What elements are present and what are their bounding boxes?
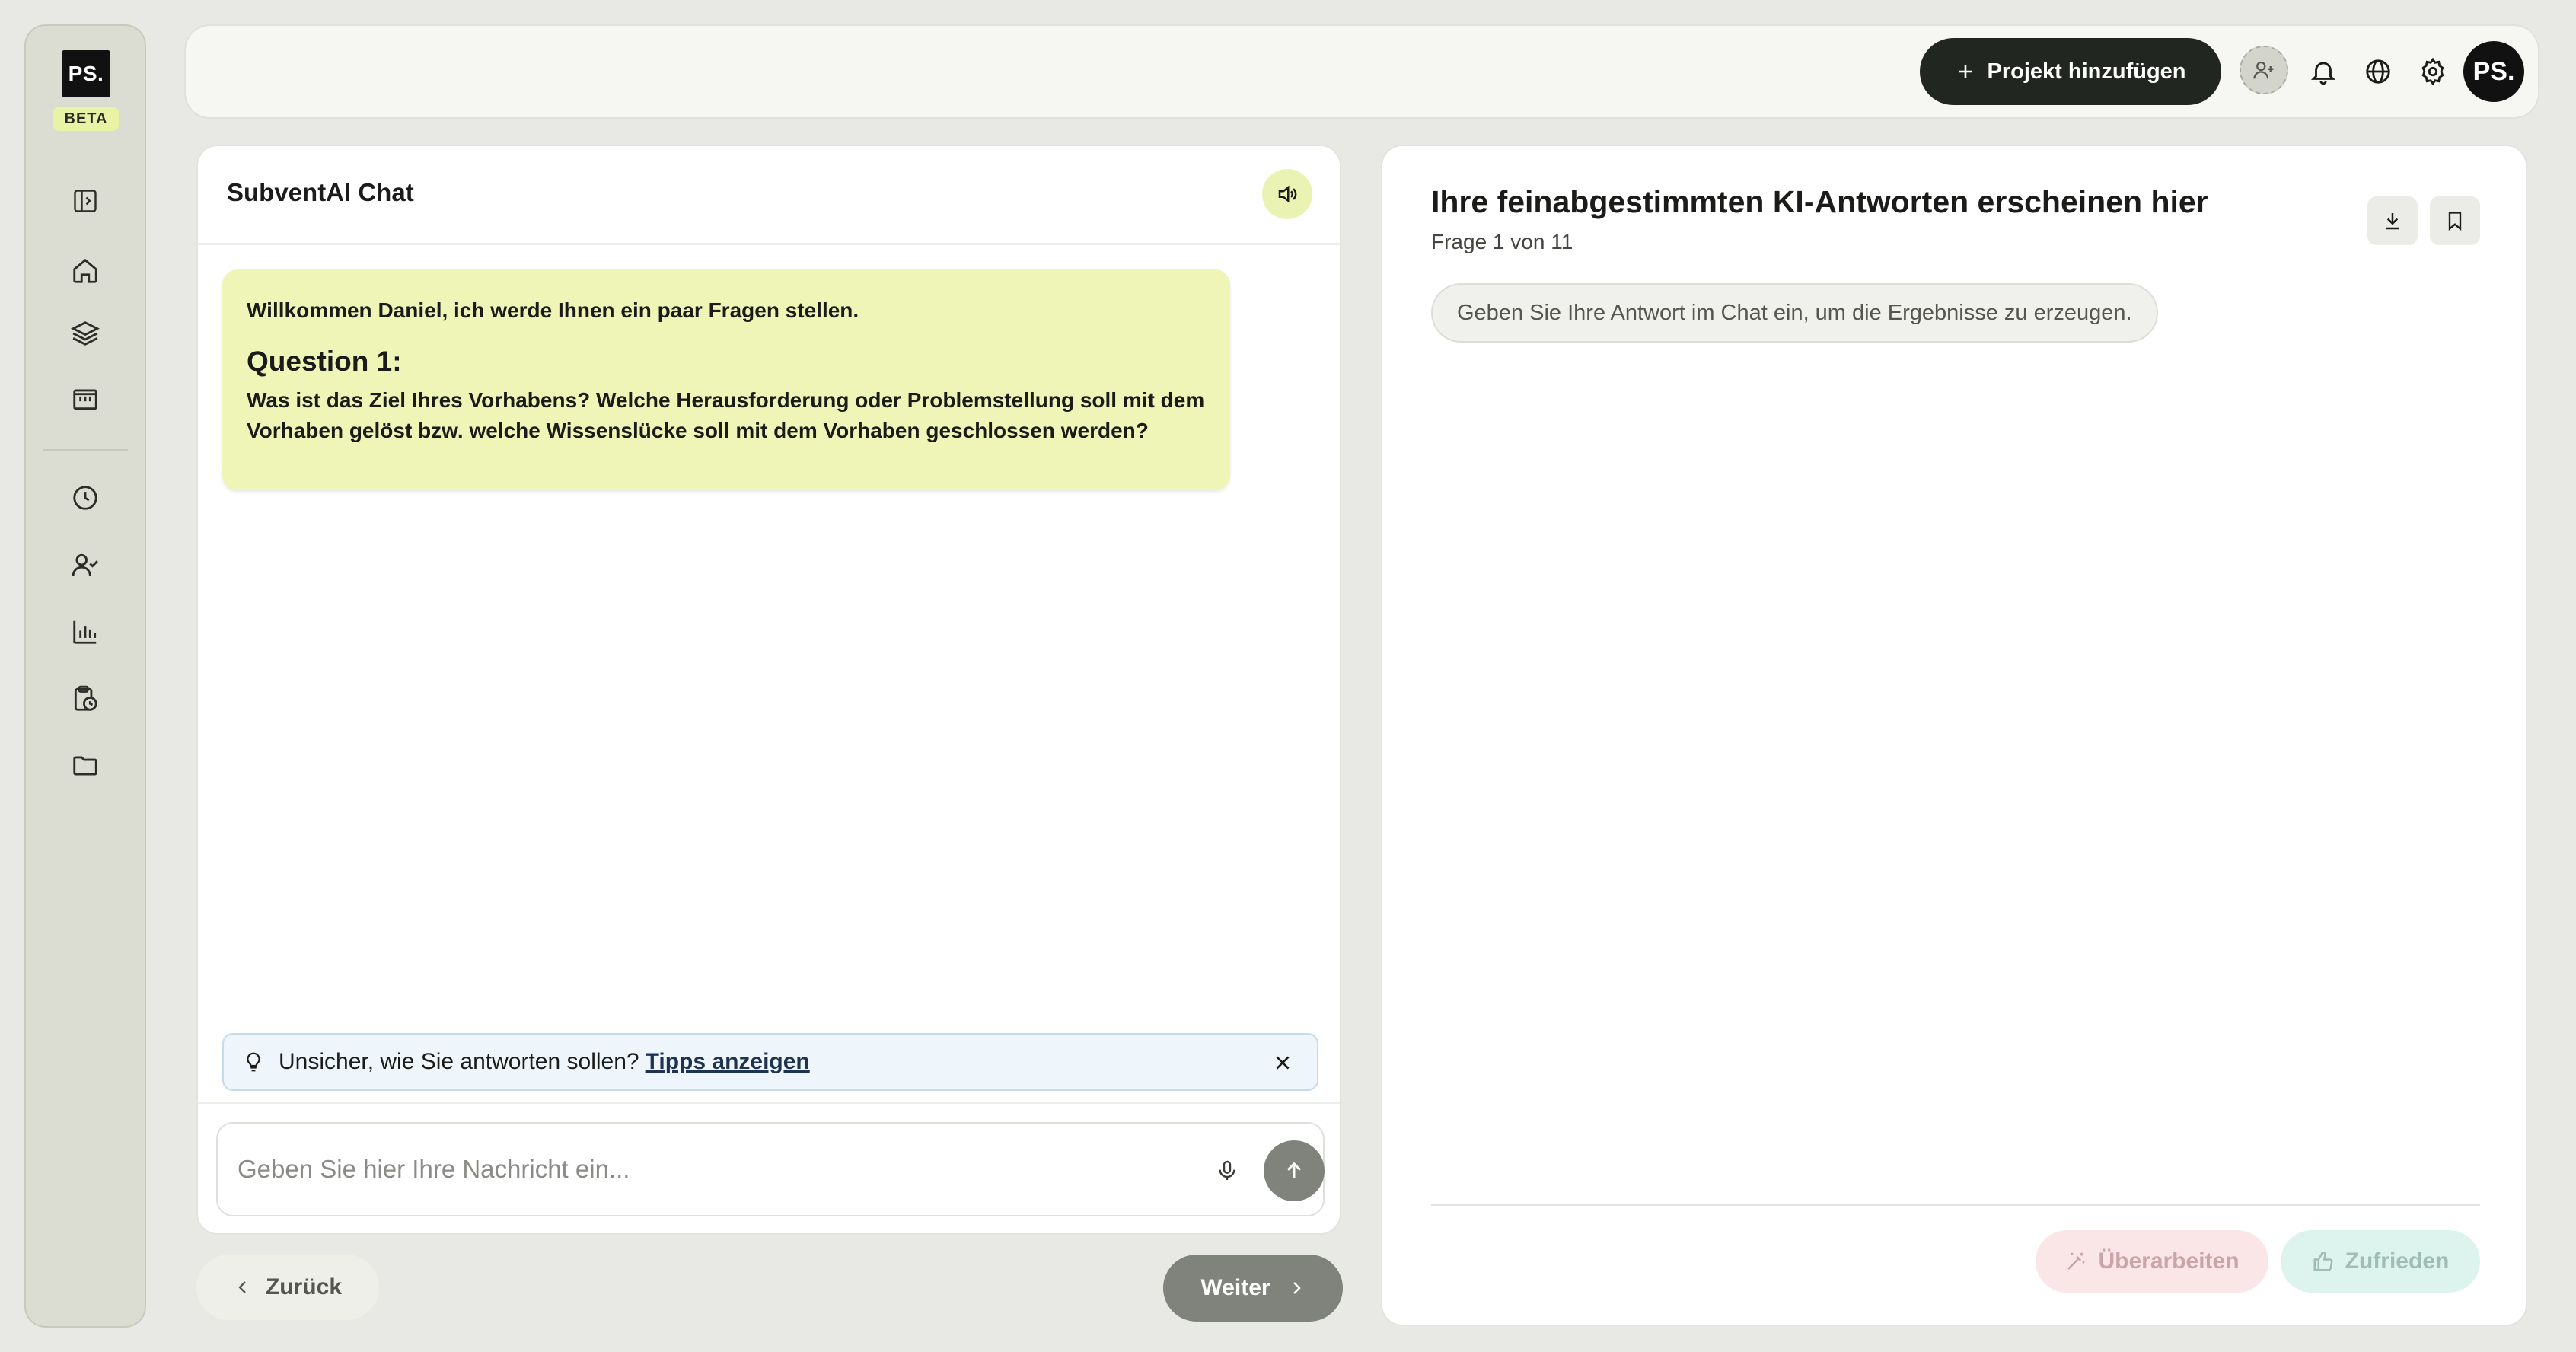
chat-title: SubventAI Chat <box>227 178 414 206</box>
clock-icon[interactable] <box>67 480 104 516</box>
download-icon <box>2381 209 2404 232</box>
building-icon[interactable] <box>67 381 104 417</box>
speaker-icon <box>1276 183 1299 206</box>
assistant-message: Willkommen Daniel, ich werde Ihnen ein p… <box>222 269 1230 490</box>
chevron-right-icon <box>1287 1279 1306 1297</box>
plus-icon <box>1956 62 1975 81</box>
user-check-icon[interactable] <box>67 547 104 583</box>
answers-panel: Ihre feinabgestimmten KI-Antworten ersch… <box>1381 145 2527 1326</box>
answers-divider <box>1431 1204 2480 1206</box>
bookmark-icon <box>2444 210 2466 231</box>
app-logo[interactable]: PS. <box>62 50 110 97</box>
input-divider <box>198 1102 1340 1104</box>
message-composer <box>216 1122 1325 1216</box>
tips-link[interactable]: Tipps anzeigen <box>646 1049 810 1075</box>
add-project-button[interactable]: Projekt hinzufügen <box>1920 38 2221 105</box>
tips-banner: Unsicher, wie Sie antworten sollen? Tipp… <box>222 1033 1318 1091</box>
download-button[interactable] <box>2367 196 2418 245</box>
add-project-label: Projekt hinzufügen <box>1987 59 2186 84</box>
thumbs-up-icon <box>2312 1250 2335 1273</box>
next-button[interactable]: Weiter <box>1163 1255 1343 1322</box>
question-text: Was ist das Ziel Ihres Vorhabens? Welche… <box>247 388 1205 442</box>
chat-header: SubventAI Chat <box>198 146 1340 245</box>
avatar[interactable]: PS. <box>2463 41 2524 102</box>
gear-icon[interactable] <box>2409 47 2457 96</box>
satisfied-button[interactable]: Zufrieden <box>2281 1230 2480 1293</box>
clipboard-clock-icon[interactable] <box>67 681 104 717</box>
greeting-text: Willkommen Daniel, ich werde Ihnen ein p… <box>247 298 859 322</box>
close-icon[interactable] <box>1268 1048 1297 1077</box>
user-plus-icon <box>2252 59 2275 81</box>
sidebar-toggle-icon[interactable] <box>67 183 104 219</box>
tips-text: Unsicher, wie Sie antworten sollen? <box>279 1049 639 1074</box>
question-heading: Question 1: <box>247 346 402 377</box>
revise-button[interactable]: Überarbeiten <box>2036 1230 2268 1293</box>
empty-state-hint: Geben Sie Ihre Antwort im Chat ein, um d… <box>1431 283 2158 343</box>
bar-chart-icon[interactable] <box>67 614 104 650</box>
lightbulb-icon <box>242 1051 265 1073</box>
invite-user-button[interactable] <box>2240 46 2288 94</box>
next-label: Weiter <box>1200 1275 1270 1300</box>
home-icon[interactable] <box>67 253 104 289</box>
satisfied-label: Zufrieden <box>2345 1248 2450 1274</box>
answers-title: Ihre feinabgestimmten KI-Antworten ersch… <box>1431 184 2208 219</box>
back-label: Zurück <box>265 1274 343 1299</box>
chat-panel: SubventAI Chat Willkommen Daniel, ich we… <box>196 145 1341 1235</box>
back-button[interactable]: Zurück <box>196 1255 379 1320</box>
beta-badge: BETA <box>53 107 119 131</box>
revise-label: Überarbeiten <box>2098 1248 2240 1274</box>
send-button[interactable] <box>1264 1140 1325 1201</box>
speaker-button[interactable] <box>1262 169 1312 219</box>
microphone-icon[interactable] <box>1209 1153 1245 1189</box>
sidebar: PS. BETA <box>24 24 146 1328</box>
bookmark-button[interactable] <box>2430 196 2480 245</box>
sidebar-divider <box>43 449 128 451</box>
message-input[interactable] <box>238 1146 1151 1192</box>
arrow-up-icon <box>1282 1159 1306 1183</box>
bell-icon[interactable] <box>2299 47 2348 96</box>
globe-icon[interactable] <box>2354 47 2402 96</box>
layers-icon[interactable] <box>67 315 104 352</box>
folder-icon[interactable] <box>67 748 104 784</box>
magic-wand-icon <box>2064 1250 2087 1273</box>
question-progress: Frage 1 von 11 <box>1431 230 1573 254</box>
chevron-left-icon <box>234 1278 252 1296</box>
